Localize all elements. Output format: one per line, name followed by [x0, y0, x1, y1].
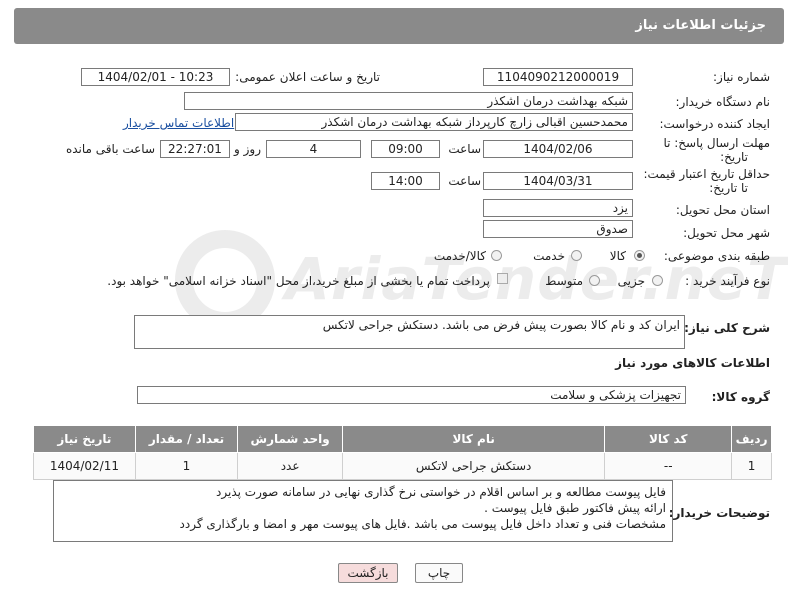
cell-code: --: [604, 452, 733, 480]
days-label: روز و: [234, 142, 261, 156]
city-label: شهر محل تحویل:: [683, 226, 770, 240]
payment-note: پرداخت تمام یا بخشی از مبلغ خرید،از محل …: [107, 274, 490, 288]
buyer-notes-label: توضیحات خریدار:: [668, 506, 770, 520]
need-number-field: 1104090212000019: [483, 68, 633, 86]
validity-time-label: ساعت: [448, 174, 481, 188]
process-radio-minor[interactable]: [652, 275, 663, 286]
buyer-notes-box[interactable]: فایل پیوست مطالعه و بر اساس اقلام در خوا…: [53, 480, 673, 542]
category-option-service: خدمت: [533, 249, 565, 263]
col-name: نام کالا: [342, 425, 606, 453]
validity-time-field: 14:00: [371, 172, 440, 190]
description-label: شرح کلی نیاز:: [684, 321, 770, 335]
remaining-time-field: 22:27:01: [160, 140, 230, 158]
category-label: طبقه بندی موضوعی:: [663, 249, 770, 263]
buyer-org-field: شبکه بهداشت درمان اشکذر: [184, 92, 633, 110]
deadline-label-1: مهلت ارسال پاسخ: تا: [663, 136, 770, 150]
col-qty: تعداد / مقدار: [134, 425, 239, 453]
col-date: تاریخ نیاز: [33, 425, 136, 453]
category-radio-both[interactable]: [491, 250, 502, 261]
goods-group-field: تجهیزات پزشکی و سلامت: [137, 386, 686, 404]
buyer-note-line: ارائه پیش فاکتور طبق فایل پیوست .: [484, 501, 666, 515]
col-code: کد کالا: [604, 425, 733, 453]
cell-unit: عدد: [237, 452, 344, 480]
announce-field: 1404/02/01 - 10:23: [81, 68, 230, 86]
cell-qty: 1: [134, 452, 239, 480]
col-unit: واحد شمارش: [237, 425, 344, 453]
creator-label: ایجاد کننده درخواست:: [659, 117, 770, 131]
buyer-note-line: مشخصات فنی و تعداد داخل فایل پیوست می با…: [179, 517, 666, 531]
validity-date-field: 1404/03/31: [483, 172, 633, 190]
page-header: جزئیات اطلاعات نیاز: [14, 8, 784, 44]
creator-field: محمدحسین اقبالی زارچ کارپرداز شبکه بهداش…: [235, 113, 633, 131]
items-table: تاریخ نیاز تعداد / مقدار واحد شمارش نام …: [33, 425, 772, 480]
buyer-org-label: نام دستگاه خریدار:: [675, 95, 771, 109]
deadline-date-field: 1404/02/06: [483, 140, 633, 158]
contact-buyer-link[interactable]: اطلاعات تماس خریدار: [123, 116, 234, 130]
validity-label-1: حداقل تاریخ اعتبار قیمت:: [643, 167, 770, 181]
category-option-goods: کالا: [609, 249, 626, 263]
process-label: نوع فرآیند خرید :: [685, 274, 770, 288]
category-radio-service[interactable]: [571, 250, 582, 261]
items-table-header: تاریخ نیاز تعداد / مقدار واحد شمارش نام …: [33, 425, 772, 453]
cell-name: دستکش جراحی لاتکس: [342, 452, 606, 480]
table-row: 1404/02/11 1 عدد دستکش جراحی لاتکس -- 1: [33, 452, 772, 480]
page-title: جزئیات اطلاعات نیاز: [635, 18, 766, 33]
city-field: صدوق: [483, 220, 633, 238]
col-row: ردیف: [731, 425, 772, 453]
process-option-minor: جزیی: [617, 274, 645, 288]
deadline-label-2: تاریخ:: [720, 150, 748, 164]
back-button[interactable]: بازگشت: [338, 563, 398, 583]
cell-date: 1404/02/11: [33, 452, 136, 480]
process-option-medium: متوسط: [545, 274, 583, 288]
province-label: استان محل تحویل:: [675, 203, 770, 217]
goods-section-title: اطلاعات کالاهای مورد نیاز: [615, 356, 770, 370]
treasury-payment-checkbox[interactable]: [497, 273, 508, 284]
category-option-both: کالا/خدمت: [433, 249, 486, 263]
category-radio-goods[interactable]: [634, 250, 645, 261]
description-textarea[interactable]: ایران کد و نام کالا بصورت پیش فرض می باش…: [134, 315, 685, 349]
need-number-label: شماره نیاز:: [713, 70, 770, 84]
buyer-note-line: فایل پیوست مطالعه و بر اساس اقلام در خوا…: [216, 485, 666, 499]
deadline-time-field: 09:00: [371, 140, 440, 158]
days-field: 4: [266, 140, 361, 158]
validity-label-2: تا تاریخ:: [709, 181, 748, 195]
announce-label: تاریخ و ساعت اعلان عمومی:: [235, 70, 380, 84]
cell-row: 1: [731, 452, 772, 480]
process-radio-medium[interactable]: [589, 275, 600, 286]
province-field: یزد: [483, 199, 633, 217]
goods-group-label: گروه کالا:: [711, 390, 770, 404]
print-button[interactable]: چاپ: [415, 563, 463, 583]
deadline-time-label: ساعت: [448, 142, 481, 156]
remaining-label: ساعت باقی مانده: [65, 142, 155, 156]
